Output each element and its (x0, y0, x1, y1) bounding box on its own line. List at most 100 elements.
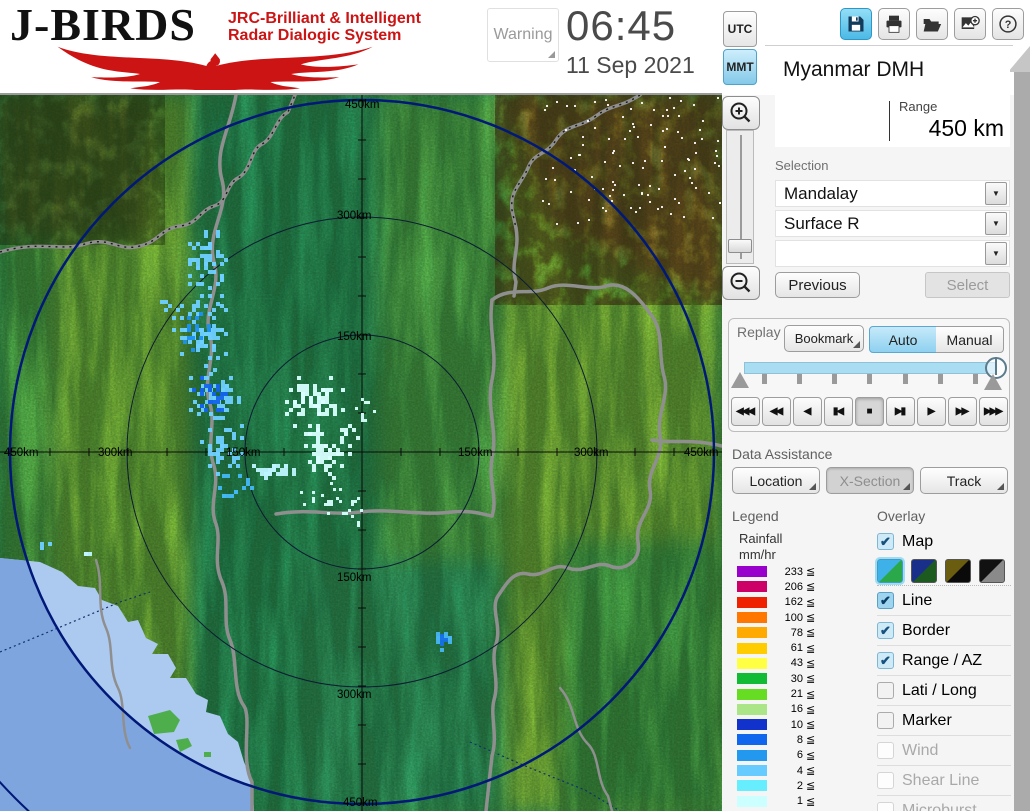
add-image-icon (960, 14, 980, 34)
svg-text:150km: 150km (337, 572, 372, 584)
slider-tick (832, 374, 837, 384)
chevron-down-icon[interactable]: ▼ (985, 212, 1007, 235)
replay-range-start-marker[interactable] (731, 372, 749, 388)
selection-dropdown-2[interactable]: ▼ (775, 240, 1010, 267)
unchecked-checkbox[interactable] (877, 712, 894, 729)
radar-map[interactable]: 450km300km150km150km300km450km450km300km… (0, 95, 722, 811)
help-icon: ? (998, 14, 1018, 34)
playback-rewind-fast[interactable]: ◀◀◀ (731, 397, 760, 426)
legend-swatch (737, 566, 767, 577)
manual-button[interactable]: Manual (936, 326, 1004, 353)
map-style-4[interactable] (979, 559, 1005, 583)
timezone-utc-button[interactable]: UTC (723, 11, 757, 47)
svg-text:450km: 450km (4, 447, 39, 459)
playback-play[interactable]: ▶ (917, 397, 946, 426)
map-style-3[interactable] (945, 559, 971, 583)
legend-swatch (737, 643, 767, 654)
warning-button[interactable]: Warning (487, 8, 559, 62)
selection-dropdown-1[interactable]: Surface R▼ (775, 210, 1010, 237)
overlay-item-latilong[interactable]: Lati / Long (877, 675, 1011, 705)
eagle-logo-icon (16, 42, 416, 90)
add-image-button[interactable] (954, 8, 986, 40)
playback-play-back[interactable]: ◀ (793, 397, 822, 426)
corner-arrow-icon (809, 483, 816, 490)
unchecked-checkbox[interactable] (877, 682, 894, 699)
overlay-item-border[interactable]: ✔ Border (877, 615, 1011, 645)
playback-forward-fast[interactable]: ▶▶▶ (979, 397, 1008, 426)
playback-rewind[interactable]: ◀◀ (762, 397, 791, 426)
timezone-mmt-button[interactable]: MMT (723, 49, 757, 85)
leq-symbol: ≦ (806, 749, 815, 762)
clock-time: 06:45 (566, 2, 676, 50)
playback-forward[interactable]: ▶▶ (948, 397, 977, 426)
leq-symbol: ≦ (806, 565, 815, 578)
zoom-slider-thumb[interactable] (728, 239, 752, 253)
checked-checkbox[interactable]: ✔ (877, 592, 894, 609)
unchecked-checkbox[interactable] (877, 772, 894, 789)
legend-row: 233≦ (737, 564, 829, 579)
corner-arrow-icon (903, 483, 910, 490)
overlay-item-label: Microburst (902, 802, 977, 811)
overlay-item-wind[interactable]: Wind (877, 735, 1011, 765)
checked-checkbox[interactable]: ✔ (877, 622, 894, 639)
print-button[interactable] (878, 8, 910, 40)
legend-value: 16 (773, 703, 803, 715)
legend-row: 21≦ (737, 686, 829, 701)
legend-row: 78≦ (737, 625, 829, 640)
location-button[interactable]: Location (732, 467, 820, 494)
overlay-item-marker[interactable]: Marker (877, 705, 1011, 735)
chevron-down-icon[interactable]: ▼ (985, 182, 1007, 205)
overlay-item-microburst[interactable]: Microburst (877, 795, 1011, 811)
playback-step-forward[interactable]: ▶▮ (886, 397, 915, 426)
legend-value: 8 (773, 734, 803, 746)
auto-button[interactable]: Auto (869, 326, 937, 353)
jbirds-app: J-BIRDS JRC-Brilliant & Intelligent Rada… (0, 0, 1030, 811)
selection-dropdown-0[interactable]: Mandalay▼ (775, 180, 1010, 207)
xsection-button[interactable]: X-Section (826, 467, 914, 494)
data-assistance-label: Data Assistance (732, 446, 832, 462)
clock-date: 11 Sep 2021 (566, 52, 695, 79)
playback-stop[interactable]: ■ (855, 397, 884, 426)
playback-step-back[interactable]: ▮◀ (824, 397, 853, 426)
svg-text:450km: 450km (343, 797, 378, 809)
map-zoom-slider[interactable] (726, 130, 754, 264)
checked-checkbox[interactable]: ✔ (877, 533, 894, 550)
unchecked-checkbox[interactable] (877, 802, 894, 811)
legend-swatch (737, 673, 767, 684)
leq-symbol: ≦ (806, 642, 815, 655)
replay-slider-track[interactable] (744, 362, 996, 374)
overlay-item-shearline[interactable]: Shear Line (877, 765, 1011, 795)
unchecked-checkbox[interactable] (877, 742, 894, 759)
map-style-2[interactable] (911, 559, 937, 583)
map-zoom-out-button[interactable] (722, 266, 760, 300)
svg-text:300km: 300km (337, 210, 372, 222)
map-zoom-in-button[interactable] (722, 96, 760, 130)
save-button[interactable] (840, 8, 872, 40)
svg-text:300km: 300km (98, 447, 133, 459)
previous-button[interactable]: Previous (775, 272, 860, 298)
checked-checkbox[interactable]: ✔ (877, 652, 894, 669)
zoom-out-icon (729, 271, 753, 295)
selection-label: Selection (775, 158, 828, 173)
overlay-item-line[interactable]: ✔Line (877, 585, 1011, 615)
overlay-item-label: Border (902, 622, 950, 640)
overlay-item-map[interactable]: ✔ Map (877, 527, 1011, 556)
replay-range-end-marker[interactable] (984, 374, 1002, 390)
open-file-button[interactable] (916, 8, 948, 40)
overlay-item-label: Map (902, 533, 933, 551)
legend-row: 2≦ (737, 778, 829, 793)
map-style-1[interactable] (877, 559, 903, 583)
overlay-title: Overlay (877, 508, 925, 524)
legend-row: 61≦ (737, 640, 829, 655)
track-button[interactable]: Track (920, 467, 1008, 494)
select-button[interactable]: Select (925, 272, 1010, 298)
chevron-down-icon[interactable]: ▼ (985, 242, 1007, 265)
legend-row: 4≦ (737, 763, 829, 778)
bookmark-button[interactable]: Bookmark (784, 325, 864, 352)
legend-value: 21 (773, 688, 803, 700)
overlay-item-rangeaz[interactable]: ✔Range / AZ (877, 645, 1011, 675)
slider-tick (867, 374, 872, 384)
legend-row: 43≦ (737, 656, 829, 671)
panel-edge-strip[interactable] (1014, 66, 1030, 811)
help-button[interactable]: ? (992, 8, 1024, 40)
